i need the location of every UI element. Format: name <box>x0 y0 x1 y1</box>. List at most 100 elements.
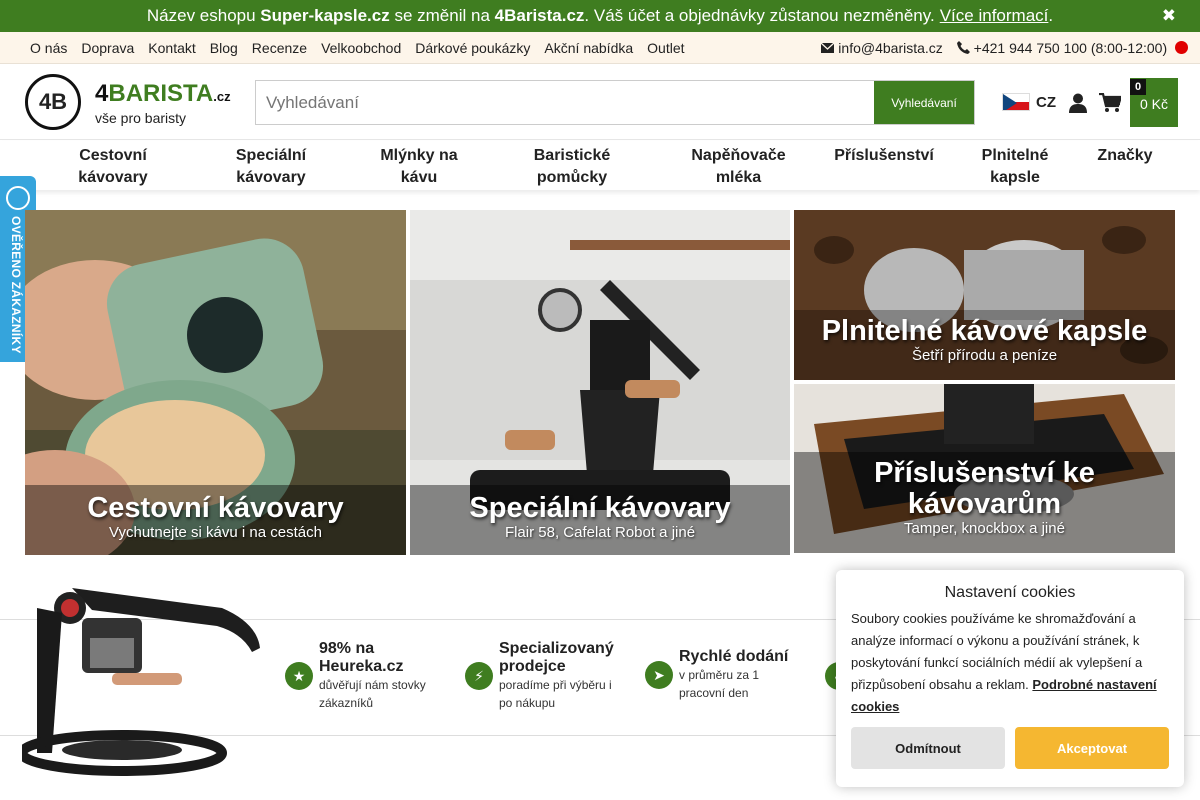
announcement-part: se změnil na <box>389 6 495 25</box>
category-line: Plnitelné <box>981 147 1049 164</box>
czech-flag-icon <box>1002 93 1030 111</box>
benefit-subtitle: poradíme při výběru i <box>499 678 612 692</box>
cart-icon[interactable] <box>1099 93 1121 113</box>
benefit-subtitle: důvěřují nám stovky <box>319 678 426 692</box>
phone-text: +421 944 750 100 (8:00-12:00) <box>973 39 1168 56</box>
announcement-bar: Název eshopu Super-kapsle.cz se změnil n… <box>0 0 1200 32</box>
top-link-outlet[interactable]: Outlet <box>647 40 684 56</box>
category-line: Speciální <box>235 147 307 164</box>
top-link-gift-vouchers[interactable]: Dárkové poukázky <box>415 40 530 56</box>
category-line: Baristické <box>533 147 611 164</box>
more-info-link[interactable]: Více informací <box>940 6 1049 26</box>
email-text: info@4barista.cz <box>838 39 943 56</box>
close-icon[interactable]: ✖ <box>1162 6 1176 26</box>
benefit-subtitle: pracovní den <box>679 686 749 700</box>
category-milk-frothers[interactable]: Napěňovače mléka <box>680 145 797 189</box>
category-brands[interactable]: Značky <box>1090 145 1160 167</box>
announcement-old-name: Super-kapsle.cz <box>260 6 390 25</box>
announcement-new-name: 4Barista.cz <box>494 6 585 25</box>
tile-subtitle: Flair 58, Cafelat Robot a jiné <box>504 524 696 541</box>
cart-count-badge: 0 <box>1130 79 1146 95</box>
category-line: kávovary <box>236 169 306 186</box>
category-line: pomůcky <box>536 169 608 186</box>
envelope-icon <box>820 42 835 53</box>
category-grinders[interactable]: Mlýnky na kávu <box>370 145 468 189</box>
search-button[interactable]: Vyhledávaní <box>874 81 974 124</box>
search-form: Vyhledávaní <box>255 80 975 125</box>
tile-title: kávovarům <box>907 488 1062 520</box>
logo-mark-text: 4B <box>38 89 68 114</box>
category-line: Cestovní <box>79 147 147 164</box>
category-line: mléka <box>715 169 762 186</box>
benefit-text: Rychlé dodání v průměru za 1 pracovní de… <box>679 648 788 702</box>
cart-total: 0 Kč <box>1139 95 1168 112</box>
bolt-icon: ⚡ <box>465 662 493 690</box>
benefit-text: Specializovaný prodejce poradíme při výb… <box>499 640 614 712</box>
category-refillable-capsules[interactable]: Plnitelné kapsle <box>970 145 1060 189</box>
accept-cookies-button[interactable]: Akceptovat <box>1015 727 1169 769</box>
top-link-shipping[interactable]: Doprava <box>81 40 134 56</box>
top-link-about[interactable]: O nás <box>30 40 67 56</box>
phone-link[interactable]: +421 944 750 100 (8:00-12:00) <box>956 39 1188 56</box>
tile-refillable-capsules[interactable]: Plnitelné kávové kapsle Šetří přírodu a … <box>794 210 1175 380</box>
tile-caption: Cestovní kávovary Vychutnejte si kávu i … <box>25 485 406 555</box>
category-line: Mlýnky na <box>380 147 458 164</box>
decline-cookies-button[interactable]: Odmítnout <box>851 727 1005 769</box>
tile-title: Cestovní kávovary <box>87 492 344 524</box>
verified-badge-text: OVĚŘENO ZÁKAZNÍKY <box>9 216 23 354</box>
tile-travel-coffee-makers[interactable]: Cestovní kávovary Vychutnejte si kávu i … <box>25 210 406 555</box>
tagline: vše pro baristy <box>95 110 187 126</box>
category-line: Značky <box>1097 147 1153 164</box>
benefit-text: 98% na Heureka.cz důvěřují nám stovky zá… <box>319 640 426 712</box>
cookie-text: Soubory cookies používáme ke shromažďová… <box>851 608 1169 718</box>
send-icon: ➤ <box>645 661 673 689</box>
announcement-end: . <box>1048 6 1054 25</box>
category-travel-coffee-makers[interactable]: Cestovní kávovary <box>62 145 164 189</box>
brand-tld: .cz <box>213 89 231 104</box>
language-label: CZ <box>1036 93 1056 111</box>
category-special-coffee-makers[interactable]: Speciální kávovary <box>220 145 322 189</box>
category-barista-tools[interactable]: Baristické pomůcky <box>522 145 622 189</box>
tile-subtitle: Vychutnejte si kávu i na cestách <box>109 524 322 541</box>
benefit-title: Rychlé dodání <box>679 648 789 665</box>
search-input[interactable] <box>256 81 874 124</box>
category-line: kávovary <box>78 169 148 186</box>
top-link-blog[interactable]: Blog <box>210 40 238 56</box>
tile-special-coffee-makers[interactable]: Speciální kávovary Flair 58, Cafelat Rob… <box>410 210 790 555</box>
tile-accessories[interactable]: Příslušenství ke kávovarům Tamper, knock… <box>794 384 1175 553</box>
language-selector[interactable]: CZ <box>1002 93 1056 111</box>
top-links-bar: O nás Doprava Kontakt Blog Recenze Velko… <box>0 32 1200 64</box>
top-link-wholesale[interactable]: Velkoobchod <box>321 40 401 56</box>
category-line: kávu <box>400 169 438 186</box>
lever-espresso-image <box>22 588 260 776</box>
cookie-buttons: Odmítnout Akceptovat <box>851 727 1169 769</box>
brand-prefix: 4 <box>95 80 109 107</box>
header: 4B 4BARISTA.cz vše pro baristy Vyhledáva… <box>0 65 1200 140</box>
announcement-part: Název eshopu <box>146 6 261 25</box>
category-nav: Cestovní kávovary Speciální kávovary Mlýnk… <box>0 141 1200 190</box>
top-link-offers[interactable]: Akční nabídka <box>544 40 633 56</box>
benefit-specialist: ⚡ Specializovaný prodejce poradíme při v… <box>465 640 614 712</box>
user-icon[interactable] <box>1068 93 1088 113</box>
contact-info: info@4barista.cz +421 944 750 100 (8:00-… <box>820 39 1188 56</box>
benefit-title: prodejce <box>499 658 566 675</box>
email-link[interactable]: info@4barista.cz <box>820 39 943 56</box>
benefit-fast-delivery: ➤ Rychlé dodání v průměru za 1 pracovní … <box>645 648 788 702</box>
tile-title: Speciální kávovary <box>469 492 731 524</box>
tile-subtitle: Šetří přírodu a peníze <box>911 347 1058 364</box>
star-icon: ★ <box>285 662 313 690</box>
benefit-subtitle: po nákupu <box>499 696 556 710</box>
verified-seal-icon <box>6 186 30 210</box>
logo[interactable]: 4BARISTA.cz vše pro baristy <box>95 80 231 127</box>
category-line: kapsle <box>990 169 1040 186</box>
category-line: Napěňovače <box>691 147 786 164</box>
benefit-title: 98% na <box>319 640 375 657</box>
tile-caption: Plnitelné kávové kapsle Šetří přírodu a … <box>794 310 1175 380</box>
tile-caption: Speciální kávovary Flair 58, Cafelat Rob… <box>410 485 790 555</box>
brand-main: BARISTA <box>108 80 214 107</box>
logo-mark[interactable]: 4B <box>25 74 81 130</box>
top-link-contact[interactable]: Kontakt <box>148 40 195 56</box>
category-accessories[interactable]: Příslušenství <box>826 145 942 167</box>
tile-title: Plnitelné kávové kapsle <box>821 315 1148 347</box>
top-link-reviews[interactable]: Recenze <box>252 40 307 56</box>
